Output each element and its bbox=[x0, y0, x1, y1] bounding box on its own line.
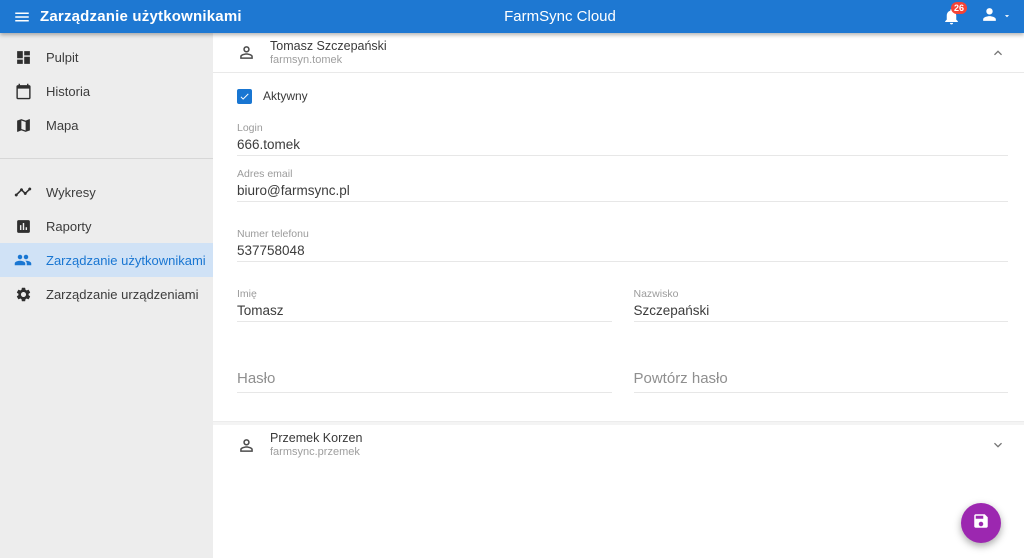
sidebar-item-label: Mapa bbox=[46, 118, 79, 133]
chevron-up-icon[interactable] bbox=[988, 43, 1008, 63]
person-outline-icon bbox=[237, 435, 257, 455]
active-checkbox[interactable] bbox=[237, 89, 252, 104]
sidebar-item-mapa[interactable]: Mapa bbox=[0, 108, 213, 142]
page-title: Zarządzanie użytkownikami bbox=[40, 8, 242, 25]
last-name-field[interactable]: Nazwisko Szczepański bbox=[634, 288, 1009, 322]
dashboard-icon bbox=[14, 48, 32, 66]
user-panel-header-przemek[interactable]: Przemek Korzen farmsync.przemek bbox=[213, 425, 1024, 465]
sidebar-divider bbox=[0, 158, 213, 159]
last-name-field-label: Nazwisko bbox=[634, 288, 1009, 301]
top-app-bar: Zarządzanie użytkownikami FarmSync Cloud… bbox=[0, 0, 1024, 33]
sidebar-item-wykresy[interactable]: Wykresy bbox=[0, 175, 213, 209]
user-name: Przemek Korzen bbox=[270, 431, 362, 446]
account-icon bbox=[980, 5, 999, 29]
password-repeat-field-placeholder: Powtórz hasło bbox=[634, 370, 1009, 388]
login-field-value: 666.tomek bbox=[237, 136, 1008, 153]
menu-icon[interactable] bbox=[13, 8, 31, 26]
notifications-icon[interactable]: 26 bbox=[942, 7, 962, 27]
sidebar-item-historia[interactable]: Historia bbox=[0, 74, 213, 108]
map-icon bbox=[14, 116, 32, 134]
gear-icon bbox=[14, 285, 32, 303]
sidebar-item-label: Wykresy bbox=[46, 185, 96, 200]
sidebar-item-label: Zarządzanie użytkownikami bbox=[46, 253, 206, 268]
sidebar-item-label: Zarządzanie urządzeniami bbox=[46, 287, 198, 302]
user-login: farmsync.przemek bbox=[270, 446, 362, 459]
login-field-label: Login bbox=[237, 122, 1008, 135]
user-form: Aktywny Login 666.tomek Adres email biur… bbox=[213, 86, 1024, 421]
email-field-value: biuro@farmsync.pl bbox=[237, 182, 1008, 199]
login-field[interactable]: Login 666.tomek bbox=[237, 122, 1008, 156]
phone-field-value: 537758048 bbox=[237, 242, 1008, 259]
chevron-down-icon[interactable] bbox=[988, 435, 1008, 455]
sidebar-item-raporty[interactable]: Raporty bbox=[0, 209, 213, 243]
first-name-field-value: Tomasz bbox=[237, 302, 612, 319]
email-field[interactable]: Adres email biuro@farmsync.pl bbox=[237, 168, 1008, 202]
user-login: farmsyn.tomek bbox=[270, 54, 387, 67]
calendar-icon bbox=[14, 82, 32, 100]
password-field-placeholder: Hasło bbox=[237, 370, 612, 388]
caret-down-icon bbox=[1002, 8, 1012, 26]
phone-field-label: Numer telefonu bbox=[237, 228, 1008, 241]
notifications-badge: 26 bbox=[951, 2, 967, 14]
phone-field[interactable]: Numer telefonu 537758048 bbox=[237, 228, 1008, 262]
sidebar-nav: Pulpit Historia Mapa Wykresy Raporty Zar… bbox=[0, 33, 213, 558]
person-outline-icon bbox=[237, 43, 257, 63]
password-field[interactable]: Hasło bbox=[237, 336, 612, 393]
timeline-chart-icon bbox=[14, 183, 32, 201]
people-icon bbox=[14, 251, 32, 269]
save-button[interactable] bbox=[961, 503, 1001, 543]
user-panel-expanded: Tomasz Szczepański farmsyn.tomek Aktywny… bbox=[213, 33, 1024, 421]
sidebar-item-pulpit[interactable]: Pulpit bbox=[0, 40, 213, 74]
user-name: Tomasz Szczepański bbox=[270, 39, 387, 54]
main-content: Tomasz Szczepański farmsyn.tomek Aktywny… bbox=[213, 33, 1024, 558]
sidebar-item-zarzadzanie-urzadzeniami[interactable]: Zarządzanie urządzeniami bbox=[0, 277, 213, 311]
save-icon bbox=[972, 512, 990, 535]
account-menu-button[interactable] bbox=[980, 5, 1012, 29]
sidebar-item-label: Pulpit bbox=[46, 50, 79, 65]
app-name: FarmSync Cloud bbox=[504, 8, 616, 25]
first-name-field-label: Imię bbox=[237, 288, 612, 301]
sidebar-item-label: Raporty bbox=[46, 219, 92, 234]
sidebar-item-zarzadzanie-uzytkownikami[interactable]: Zarządzanie użytkownikami bbox=[0, 243, 213, 277]
email-field-label: Adres email bbox=[237, 168, 1008, 181]
user-panel-header-tomasz[interactable]: Tomasz Szczepański farmsyn.tomek bbox=[213, 33, 1024, 73]
user-panel-collapsed: Przemek Korzen farmsync.przemek bbox=[213, 425, 1024, 465]
active-checkbox-label: Aktywny bbox=[263, 89, 308, 103]
check-icon bbox=[239, 91, 250, 102]
password-repeat-field[interactable]: Powtórz hasło bbox=[634, 336, 1009, 393]
bar-chart-icon bbox=[14, 217, 32, 235]
sidebar-item-label: Historia bbox=[46, 84, 90, 99]
last-name-field-value: Szczepański bbox=[634, 302, 1009, 319]
first-name-field[interactable]: Imię Tomasz bbox=[237, 288, 612, 322]
